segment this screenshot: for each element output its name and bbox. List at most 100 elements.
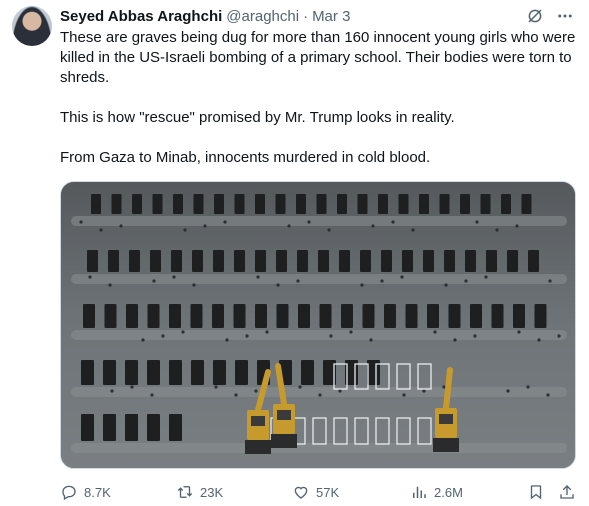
person xyxy=(225,338,229,342)
person xyxy=(203,224,207,228)
grave xyxy=(507,250,518,272)
grave xyxy=(81,414,94,441)
grave xyxy=(357,194,368,214)
grave xyxy=(169,414,182,441)
person xyxy=(181,330,185,334)
grave xyxy=(190,304,203,328)
views-button[interactable]: 2.6M xyxy=(410,480,463,504)
person xyxy=(152,279,156,283)
grave xyxy=(132,194,142,214)
grave xyxy=(339,250,350,272)
grave xyxy=(513,304,525,328)
person xyxy=(371,224,375,228)
person xyxy=(245,334,249,338)
person xyxy=(234,393,238,397)
person xyxy=(265,330,269,334)
person xyxy=(79,220,83,224)
person xyxy=(256,275,260,279)
person xyxy=(360,283,364,287)
grave xyxy=(362,304,375,328)
grave xyxy=(301,360,314,385)
dirt-mound xyxy=(71,274,567,284)
like-count: 57K xyxy=(316,484,340,500)
grave xyxy=(384,304,396,328)
grave xyxy=(534,304,547,328)
tweet-photo[interactable] xyxy=(60,181,576,469)
person xyxy=(287,224,291,228)
grave xyxy=(192,250,203,272)
tweet-date[interactable]: Mar 3 xyxy=(312,8,350,25)
person xyxy=(433,330,437,334)
grave xyxy=(108,250,119,272)
person xyxy=(557,334,561,338)
person xyxy=(546,393,550,397)
grave xyxy=(275,194,286,214)
person xyxy=(108,283,112,287)
avatar[interactable] xyxy=(12,6,52,46)
person xyxy=(276,283,280,287)
person xyxy=(464,279,468,283)
person xyxy=(150,393,154,397)
grave xyxy=(255,194,265,214)
person xyxy=(99,228,103,232)
person xyxy=(369,338,373,342)
dirt-mound xyxy=(71,216,567,226)
grave xyxy=(381,250,392,272)
grave xyxy=(234,194,245,214)
grave xyxy=(147,304,160,328)
like-button[interactable]: 57K xyxy=(292,480,339,504)
grave xyxy=(103,360,116,385)
tweet-paragraph: From Gaza to Minab, innocents murdered i… xyxy=(60,149,431,166)
repost-button[interactable]: 23K xyxy=(176,480,223,504)
person xyxy=(444,283,448,287)
grave xyxy=(111,194,122,214)
person xyxy=(400,275,404,279)
bookmark-button[interactable] xyxy=(527,480,545,504)
person xyxy=(526,385,530,389)
person xyxy=(110,389,114,393)
header-icons xyxy=(525,6,575,26)
person xyxy=(453,338,457,342)
tweet-header: Seyed Abbas Araghchi @araghchi · Mar 3 xyxy=(60,6,575,26)
grave xyxy=(129,250,140,272)
person xyxy=(515,224,519,228)
person xyxy=(141,338,145,342)
aerial-graves-photo xyxy=(61,182,575,468)
tweet-paragraph: These are graves being dug for more than… xyxy=(60,29,576,86)
grave xyxy=(213,360,226,385)
grave xyxy=(319,304,332,328)
person xyxy=(298,385,302,389)
person xyxy=(411,228,415,232)
grave xyxy=(318,250,329,272)
author-name[interactable]: Seyed Abbas Araghchi xyxy=(60,8,222,25)
grave xyxy=(298,304,310,328)
action-bar: 8.7K 23K 57K 2.6M xyxy=(60,480,576,504)
grave xyxy=(104,304,117,328)
person xyxy=(183,228,187,232)
more-icon[interactable] xyxy=(555,6,575,26)
grave xyxy=(501,194,511,214)
person xyxy=(338,389,342,393)
person xyxy=(254,389,258,393)
grave xyxy=(444,250,455,272)
grave xyxy=(337,194,347,214)
grave xyxy=(423,250,434,272)
person xyxy=(391,220,395,224)
person xyxy=(192,283,196,287)
grave xyxy=(233,304,246,328)
reply-button[interactable]: 8.7K xyxy=(60,480,111,504)
grok-icon[interactable] xyxy=(525,6,545,26)
author-handle[interactable]: @araghchi xyxy=(226,8,299,25)
grave xyxy=(480,194,491,214)
grave xyxy=(448,304,461,328)
grave xyxy=(191,360,204,385)
grave xyxy=(193,194,204,214)
person xyxy=(172,275,176,279)
grave xyxy=(341,304,353,328)
grave xyxy=(235,360,248,385)
repost-icon xyxy=(177,486,193,498)
share-button[interactable] xyxy=(558,480,576,504)
grave xyxy=(213,250,224,272)
person xyxy=(307,220,311,224)
grave xyxy=(255,304,267,328)
